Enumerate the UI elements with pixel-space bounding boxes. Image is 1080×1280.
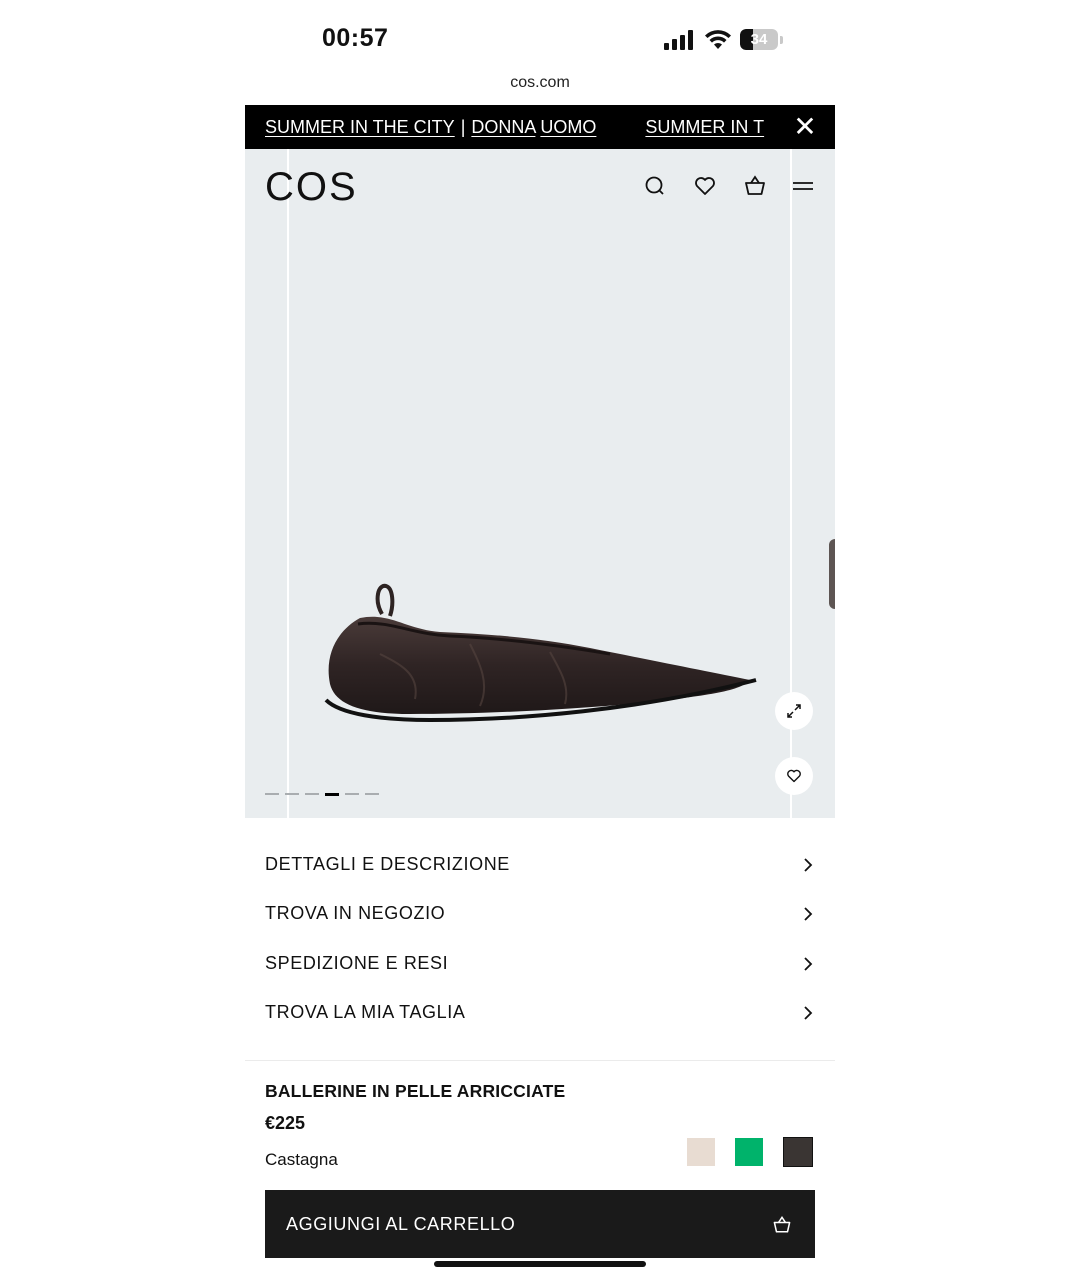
gallery-dot[interactable] (325, 793, 339, 796)
promo-link-donna[interactable]: DONNA (471, 117, 535, 137)
status-time: 00:57 (322, 24, 389, 52)
accordion-find-in-store[interactable]: TROVA IN NEGOZIO (265, 899, 815, 929)
accordion-label: SPEDIZIONE E RESI (265, 953, 449, 973)
section-divider (245, 1060, 835, 1061)
wifi-icon (705, 30, 731, 49)
color-swatch-beige[interactable] (687, 1138, 715, 1166)
gallery-dot[interactable] (285, 793, 299, 795)
search-icon[interactable] (642, 173, 668, 199)
gallery-pagination[interactable] (265, 793, 379, 796)
color-swatch-brown[interactable] (783, 1137, 813, 1167)
promo-link-summer[interactable]: SUMMER IN THE CITY (265, 117, 455, 137)
accordion-find-my-size[interactable]: TROVA LA MIA TAGLIA (265, 998, 815, 1028)
accordion-details-description[interactable]: DETTAGLI E DESCRIZIONE (265, 850, 815, 880)
next-slide-peek (829, 539, 835, 609)
bag-icon (773, 1216, 791, 1233)
promo-marquee: SUMMER IN THE CITY | DONNA UOMO SUMMER IN … (265, 105, 764, 149)
promo-link-uomo[interactable]: UOMO (540, 117, 596, 137)
heart-icon[interactable] (692, 173, 718, 199)
chevron-right-icon (804, 907, 813, 921)
expand-icon (787, 704, 801, 718)
slide-divider (287, 149, 289, 818)
ballet-flat-shoe-image (324, 583, 757, 723)
add-to-wishlist-button[interactable] (775, 757, 813, 795)
promo-link-summer-repeat[interactable]: SUMMER IN T (645, 117, 764, 137)
chevron-right-icon (804, 858, 813, 872)
gallery-dot[interactable] (345, 793, 359, 795)
brand-logo[interactable]: COS (265, 165, 358, 210)
battery-percent: 34 (750, 31, 768, 48)
cellular-signal-icon (664, 30, 693, 50)
gallery-dot[interactable] (305, 793, 319, 795)
product-price: €225 (265, 1113, 306, 1133)
chevron-right-icon (804, 957, 813, 971)
selected-color-name: Castagna (265, 1150, 338, 1169)
promo-separator: | (460, 117, 466, 137)
add-to-cart-button[interactable]: AGGIUNGI AL CARRELLO (265, 1190, 815, 1258)
accordion-label: DETTAGLI E DESCRIZIONE (265, 854, 510, 874)
product-name: BALLERINE IN PELLE ARRICCIATE (265, 1081, 566, 1101)
color-swatch-green[interactable] (735, 1138, 763, 1166)
promo-banner: SUMMER IN THE CITY | DONNA UOMO SUMMER IN … (245, 105, 835, 149)
product-image-gallery[interactable]: COS (245, 149, 835, 818)
chevron-right-icon (804, 1006, 813, 1020)
website-viewport: SUMMER IN THE CITY | DONNA UOMO SUMMER IN … (245, 105, 835, 1280)
accordion-label: TROVA IN NEGOZIO (265, 903, 446, 923)
battery-indicator: 34 (740, 29, 784, 51)
menu-icon[interactable] (790, 173, 816, 199)
accordion-label: TROVA LA MIA TAGLIA (265, 1002, 466, 1022)
accordion-shipping-returns[interactable]: SPEDIZIONE E RESI (265, 949, 815, 979)
close-icon[interactable]: ✕ (775, 105, 835, 149)
expand-image-button[interactable] (775, 692, 813, 730)
home-indicator[interactable] (434, 1261, 646, 1267)
gallery-dot[interactable] (365, 793, 379, 795)
heart-icon (787, 769, 801, 783)
gallery-dot[interactable] (265, 793, 279, 795)
add-to-cart-label: AGGIUNGI AL CARRELLO (286, 1214, 516, 1234)
bag-icon[interactable] (742, 173, 768, 199)
browser-url[interactable]: cos.com (0, 74, 1080, 92)
